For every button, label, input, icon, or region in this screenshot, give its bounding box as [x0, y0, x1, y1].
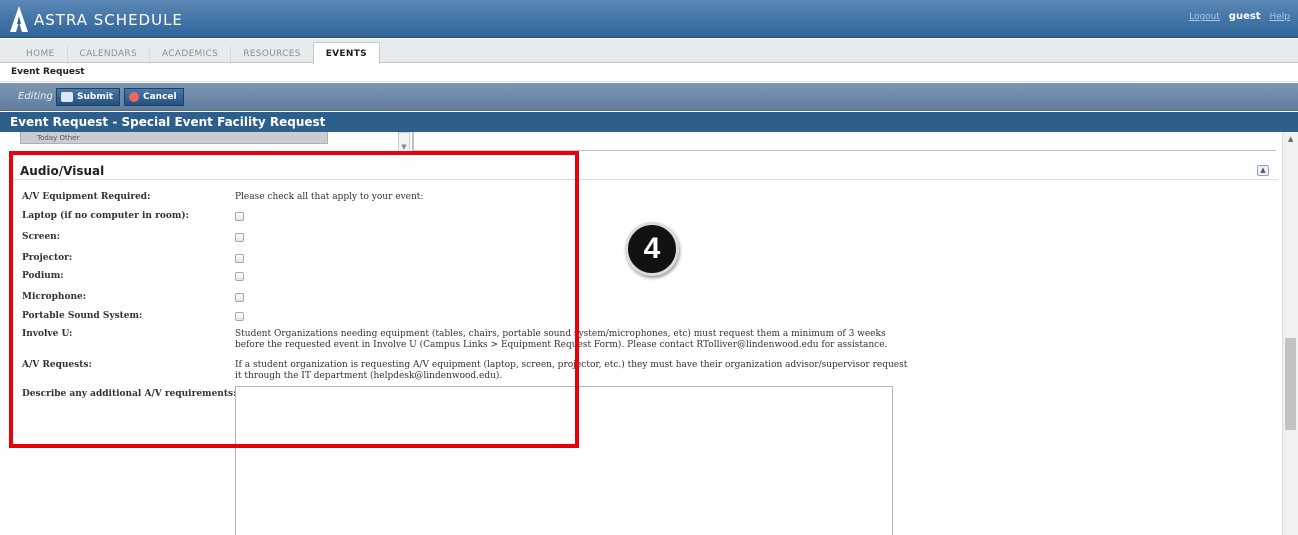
main-nav: HOME CALENDARS ACADEMICS RESOURCES EVENT…	[0, 39, 1298, 64]
page-title-bar: Event Request - Special Event Facility R…	[0, 112, 1298, 132]
cancel-button[interactable]: Cancel	[124, 88, 184, 106]
list-scrollbar[interactable]: ▼	[398, 132, 410, 152]
help-link[interactable]: Help	[1269, 12, 1290, 22]
astra-logo-icon	[10, 6, 28, 32]
tab-events[interactable]: EVENTS	[312, 42, 380, 64]
save-icon	[61, 92, 73, 102]
submit-button[interactable]: Submit	[56, 88, 121, 106]
page-title: Event Request - Special Event Facility R…	[10, 115, 326, 129]
scroll-up-arrow-icon[interactable]: ▲	[1288, 135, 1293, 143]
tab-resources[interactable]: RESOURCES	[230, 46, 313, 64]
date-picker-buttons: Today Other	[20, 132, 328, 144]
tab-calendars[interactable]: CALENDARS	[66, 46, 149, 64]
username: guest	[1228, 11, 1261, 22]
cancel-label: Cancel	[143, 92, 177, 102]
logout-link[interactable]: Logout	[1189, 12, 1220, 22]
submit-label: Submit	[77, 92, 114, 102]
divider	[412, 132, 414, 152]
breadcrumb-item[interactable]: Event Request	[11, 67, 85, 77]
tab-academics[interactable]: ACADEMICS	[149, 46, 230, 64]
date-picker-button-labels[interactable]: Today Other	[37, 134, 79, 142]
user-menu: Logout guest Help	[1189, 11, 1290, 22]
app-name: ASTRA SCHEDULE	[34, 11, 183, 29]
edit-toolbar: Editing Submit Cancel	[0, 83, 1298, 111]
breadcrumb: Event Request	[0, 64, 1298, 82]
highlight-box	[9, 151, 579, 448]
step-number-badge: 4	[625, 222, 679, 276]
scroll-thumb[interactable]	[1285, 338, 1296, 430]
cancel-icon	[129, 92, 139, 102]
tab-home[interactable]: HOME	[14, 46, 67, 64]
app-logo[interactable]: ASTRA SCHEDULE	[10, 6, 183, 32]
page-scrollbar[interactable]: ▲	[1282, 132, 1298, 535]
collapse-section-button[interactable]: ▲	[1257, 165, 1269, 176]
app-header: ASTRA SCHEDULE Logout guest Help	[0, 0, 1298, 38]
mode-label: Editing	[18, 91, 53, 102]
